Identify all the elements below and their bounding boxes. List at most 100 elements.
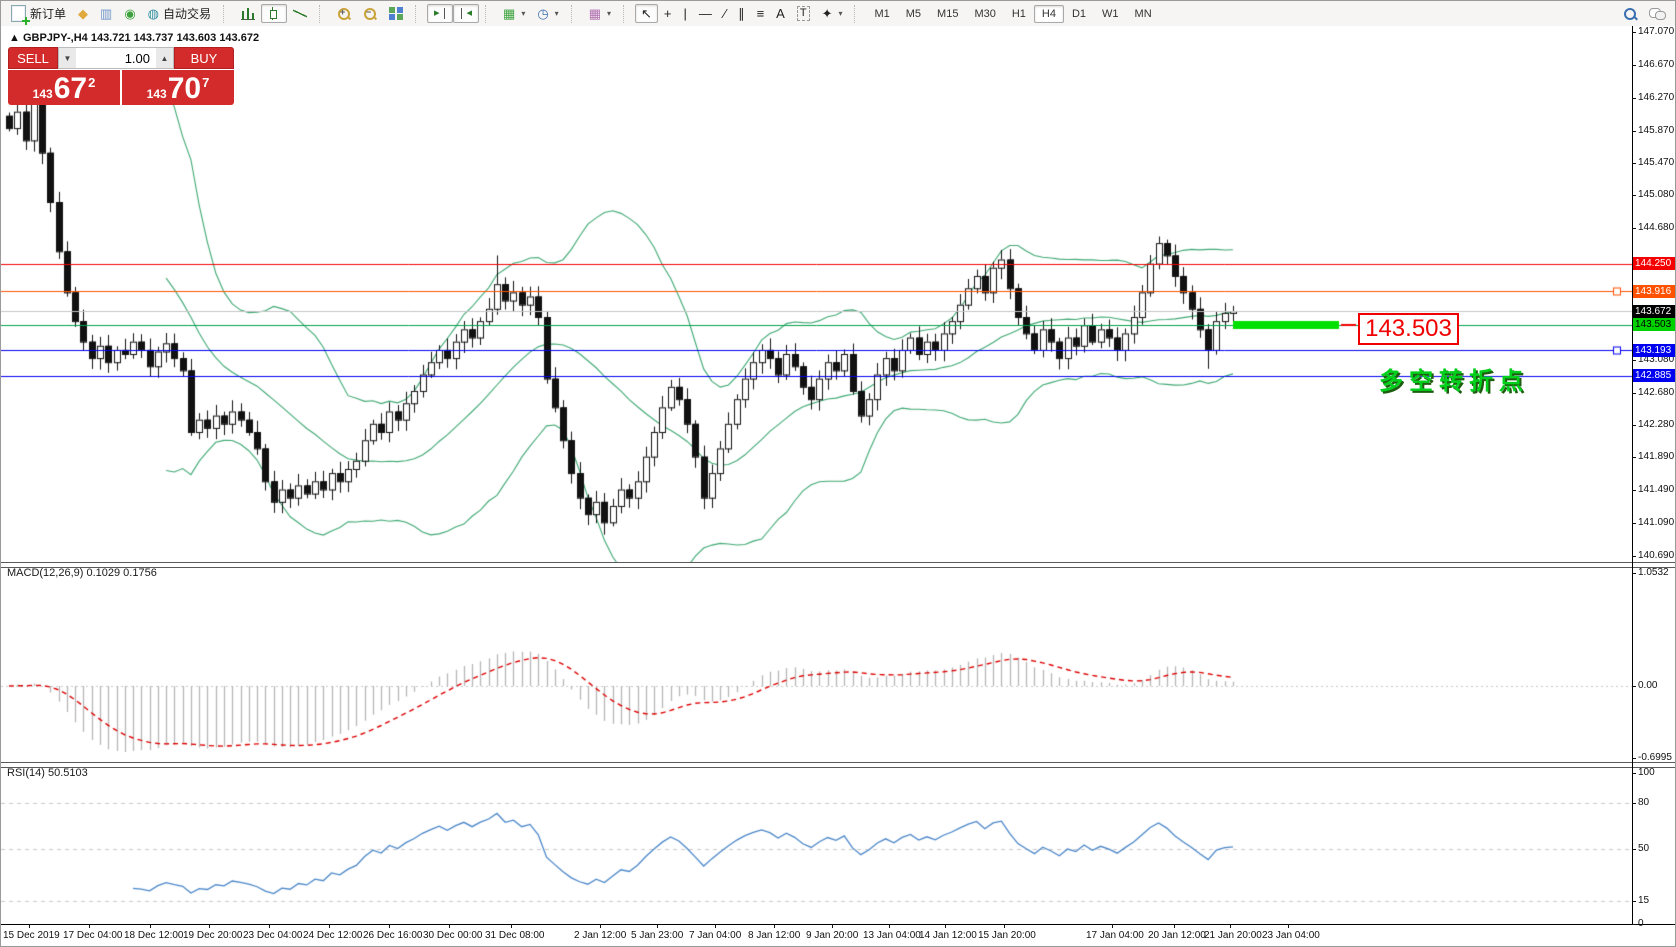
horizontal-line-tool-button[interactable]: — [693,4,718,23]
price-axis-tick [1632,523,1636,524]
time-axis-tick [1288,924,1289,928]
time-axis-tick [29,924,30,928]
pivot-note-text[interactable]: 多空转折点 [1379,361,1529,396]
rsi-pane-canvas[interactable] [1,766,1632,924]
chart-shift-button[interactable] [453,4,479,23]
cursor-tool-button[interactable]: ↖ [635,4,658,23]
price-axis-label: 145.470 [1638,157,1674,168]
fibonacci-icon: ≡ [757,7,765,20]
chat-button[interactable] [1643,4,1671,23]
time-axis-tick [774,924,775,928]
time-axis-tick [1112,924,1113,928]
time-axis-label: 21 Jan 20:00 [1204,930,1262,941]
label-icon: T [797,6,810,21]
market-watch-icon: ▥ [100,7,112,20]
rsi-axis-label: 0 [1638,918,1644,929]
market-watch-button[interactable]: ▥ [94,4,118,23]
price-axis-label: 141.090 [1638,517,1674,528]
macd-indicator-label: MACD(12,26,9) 0.1029 0.1756 [7,567,157,579]
tile-windows-button[interactable] [383,4,409,23]
new-order-button[interactable]: 新订单 [5,2,72,25]
chart-area[interactable]: ▲ GBPJPY-,H4 143.721 143.737 143.603 143… [1,26,1676,947]
bar-chart-mode-button[interactable] [235,4,261,23]
sell-price-button[interactable]: 143 67 2 [8,70,120,105]
time-axis-tick [389,924,390,928]
volume-input[interactable] [76,48,156,68]
indicators-button[interactable]: ▦ ▾ [583,4,617,23]
time-axis-label: 17 Dec 04:00 [63,930,123,941]
new-chart-button[interactable]: ▦ ▾ [497,4,531,23]
price-chart-canvas[interactable] [1,27,1632,563]
price-axis-tick [1632,65,1636,66]
search-button[interactable] [1617,4,1643,24]
pane-resizer-macd[interactable] [1,562,1676,568]
time-axis-label: 23 Dec 04:00 [243,930,303,941]
auto-trading-label: 自动交易 [163,5,211,22]
periods-button[interactable]: ◷ ▾ [531,4,564,23]
volume-decrease-button[interactable]: ▼ [59,48,76,68]
chat-icon [1649,7,1665,20]
timeframe-button-d1[interactable]: D1 [1064,5,1094,23]
rsi-axis-label: 100 [1638,767,1655,778]
low-value: 143.603 [176,32,216,44]
macd-axis-tick [1632,573,1636,574]
vertical-line-icon: | [684,7,687,20]
auto-trading-button[interactable]: ◍ 自动交易 [142,2,217,25]
buy-button[interactable]: BUY [174,47,234,69]
time-axis-label: 24 Dec 12:00 [303,930,363,941]
chevron-down-icon: ▾ [838,9,842,18]
line-chart-mode-button[interactable] [287,4,313,23]
time-axis-label: 7 Jan 04:00 [689,930,741,941]
shapes-tool-button[interactable]: ✦ ▾ [816,4,849,23]
text-tool-button[interactable]: A [770,4,791,23]
time-axis-label: 8 Jan 12:00 [748,930,800,941]
price-axis-tick [1632,556,1636,557]
auto-scroll-button[interactable] [427,4,453,23]
macd-axis-tick [1632,758,1636,759]
zoom-out-button[interactable]: − [357,4,383,24]
timeframe-button-w1[interactable]: W1 [1094,5,1127,23]
price-annotation-box[interactable]: 143.503 [1358,313,1459,345]
pane-resizer-rsi[interactable] [1,762,1676,768]
tile-windows-icon [389,7,403,20]
signals-button[interactable]: ◉ [118,4,141,23]
channel-tool-button[interactable]: ∥ [732,4,751,23]
chevron-down-icon: ▾ [555,9,559,18]
toolbar: 新订单 ◆ ▥ ◉ ◍ 自动交易 + − [1,1,1675,27]
timeframe-button-m5[interactable]: M5 [898,5,929,23]
time-axis-label: 26 Dec 16:00 [363,930,423,941]
collapse-panel-icon[interactable]: ▲ [9,32,20,44]
price-tag: 144.250 [1633,257,1676,270]
timeframe-button-m30[interactable]: M30 [966,5,1003,23]
label-tool-button[interactable]: T [791,3,816,24]
timeframe-button-h1[interactable]: H1 [1004,5,1034,23]
timeframe-button-h4[interactable]: H4 [1034,5,1064,23]
price-tag: 143.672 [1633,305,1676,318]
price-axis-label: 147.070 [1638,26,1674,37]
sell-button[interactable]: SELL [8,47,58,69]
vertical-line-tool-button[interactable]: | [678,4,693,23]
timeframe-button-m1[interactable]: M1 [866,5,897,23]
time-axis-line [1,924,1676,925]
time-axis-tick [600,924,601,928]
price-axis-label: 144.680 [1638,222,1674,233]
toolbar-separator [571,5,577,23]
volume-increase-button[interactable]: ▲ [156,48,173,68]
time-axis-tick [449,924,450,928]
crosshair-tool-button[interactable]: + [658,4,678,23]
zoom-in-button[interactable]: + [331,4,357,24]
price-axis-label: 141.490 [1638,484,1674,495]
candlestick-mode-button[interactable] [261,4,287,23]
fibonacci-tool-button[interactable]: ≡ [751,4,771,23]
buy-price-button[interactable]: 143 70 7 [122,70,234,105]
timeframe-button-m15[interactable]: M15 [929,5,966,23]
macd-pane-canvas[interactable] [1,566,1632,763]
charts-profile-button[interactable]: ◆ [72,4,94,23]
buy-price-sup: 7 [202,75,209,90]
terminal-window: 新订单 ◆ ▥ ◉ ◍ 自动交易 + − [0,0,1676,947]
trendline-tool-button[interactable]: ∕ [718,4,732,23]
signals-icon: ◉ [124,7,135,20]
price-axis-tick [1632,195,1636,196]
timeframe-button-mn[interactable]: MN [1127,5,1160,23]
price-axis-label: 146.270 [1638,92,1674,103]
